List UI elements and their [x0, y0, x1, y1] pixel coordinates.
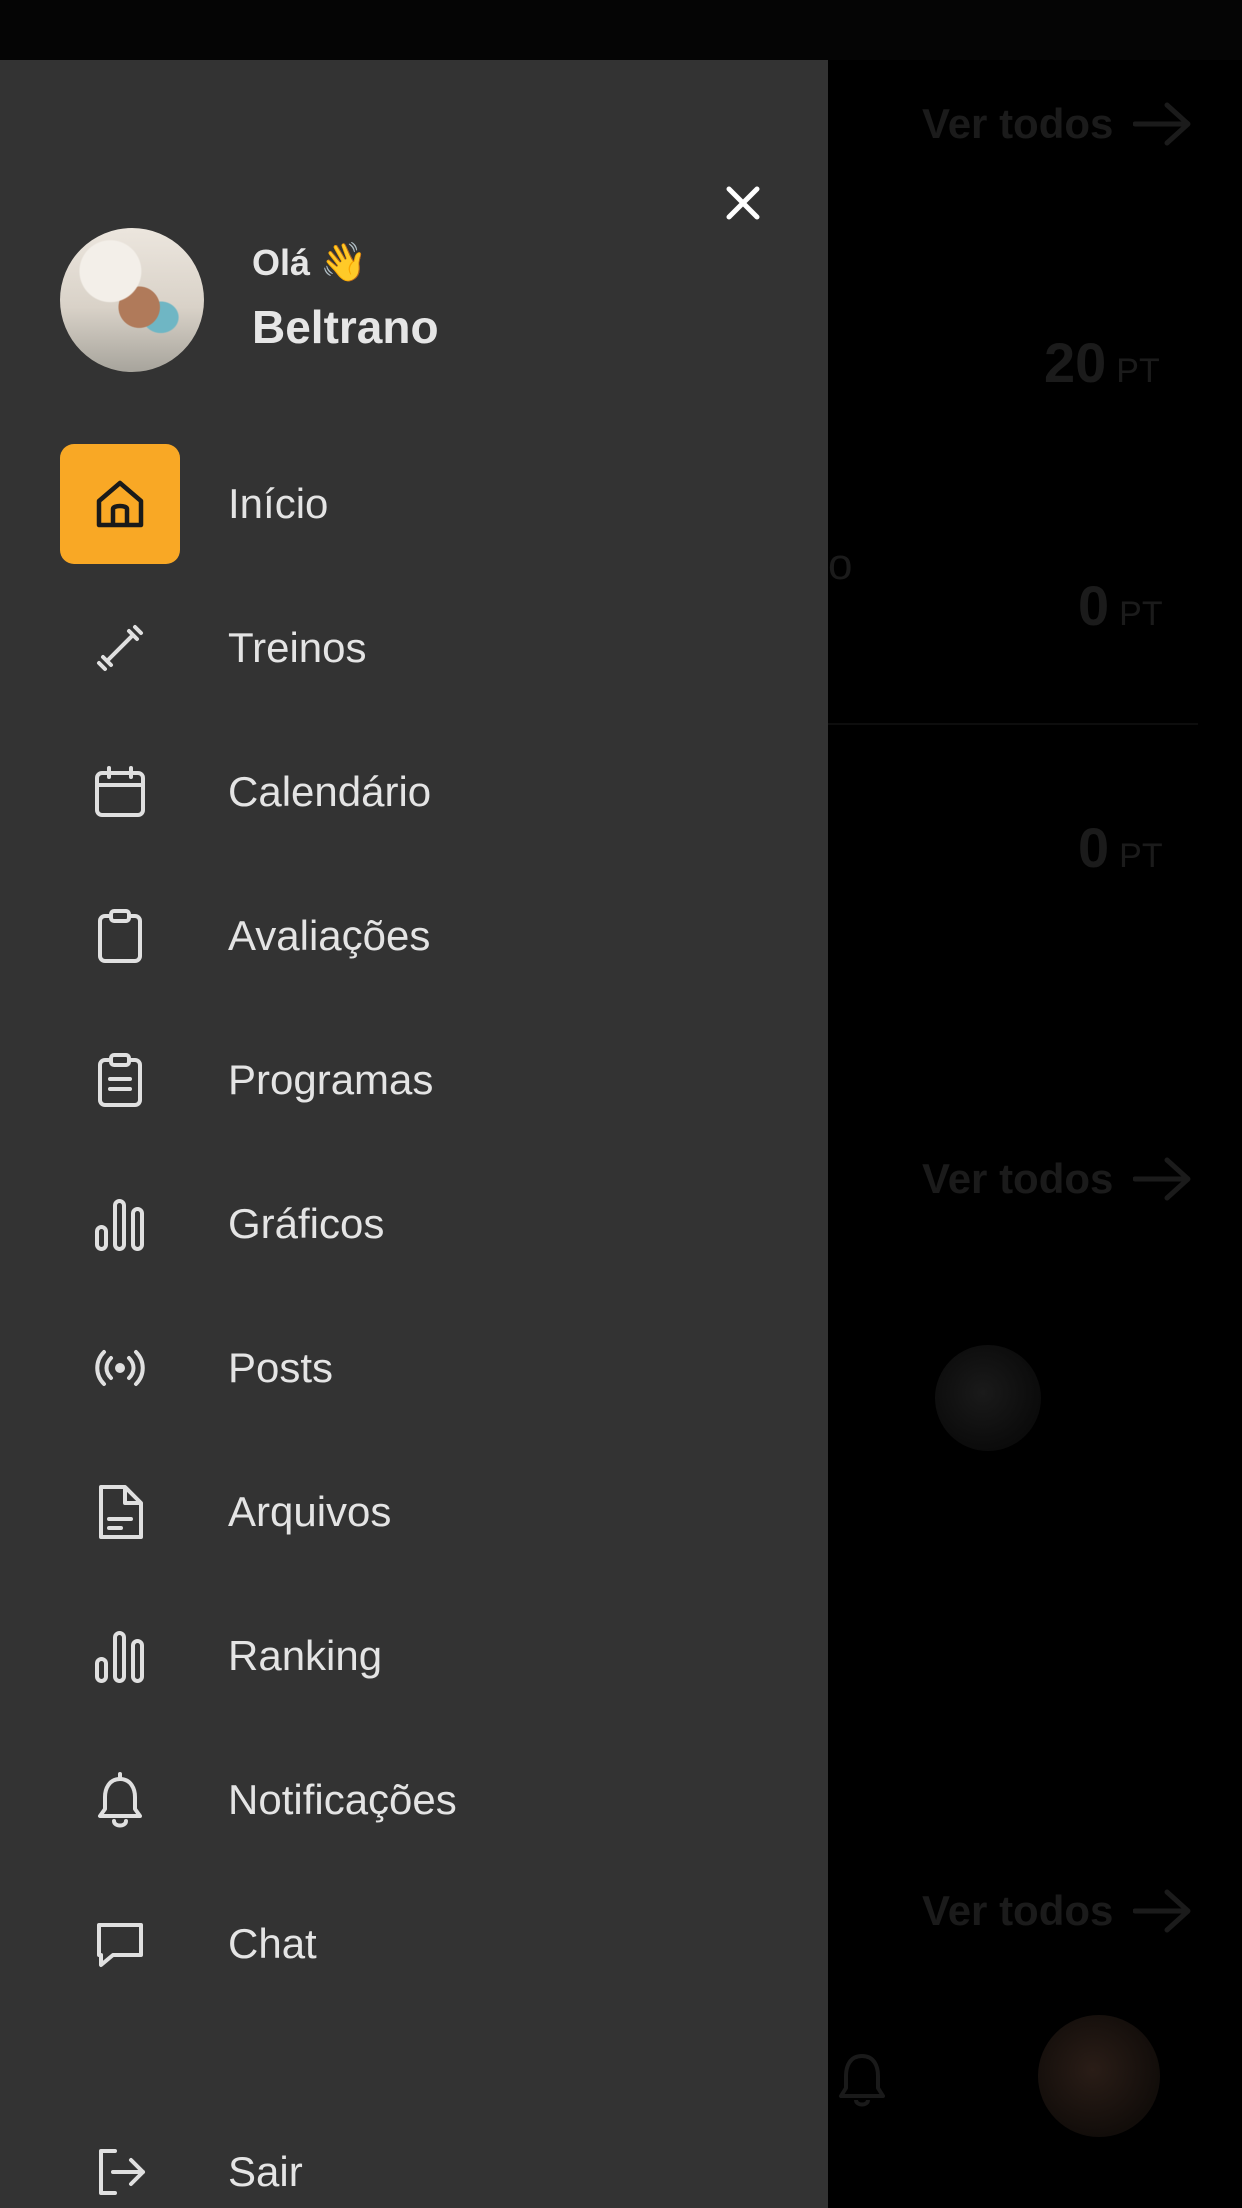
menu-item-arquivos[interactable]: Arquivos	[60, 1452, 760, 1572]
menu-item-label: Treinos	[228, 624, 367, 671]
arrow-right-icon	[1133, 102, 1191, 146]
arrow-right-icon	[1133, 1889, 1191, 1933]
bar-chart-icon	[60, 1596, 180, 1716]
menu-item-label: Notificações	[228, 1776, 457, 1823]
chat-icon	[60, 1884, 180, 2004]
avatar[interactable]	[60, 228, 204, 372]
menu-item-notificacoes[interactable]: Notificações	[60, 1740, 760, 1860]
navigation-drawer: Olá 👋 Beltrano Início Treinos Calendário	[0, 60, 828, 2208]
menu-item-label: Arquivos	[228, 1488, 392, 1535]
menu-item-ranking[interactable]: Ranking	[60, 1596, 760, 1716]
dumbbell-icon	[60, 588, 180, 708]
logout-icon	[60, 2112, 180, 2208]
logout-button[interactable]: Sair	[60, 2112, 760, 2208]
menu-item-avaliacoes[interactable]: Avaliações	[60, 876, 760, 996]
clipboard-list-icon	[60, 1020, 180, 1140]
status-bar	[0, 0, 1242, 60]
see-all-label: Ver todos	[922, 1155, 1114, 1202]
menu-item-label: Calendário	[228, 768, 432, 815]
greeting: Olá 👋	[252, 240, 367, 285]
menu-item-treinos[interactable]: Treinos	[60, 588, 760, 708]
menu-item-label: Início	[228, 480, 329, 527]
bar-chart-icon	[60, 1164, 180, 1284]
see-all-link[interactable]: Ver todos	[922, 1887, 1193, 1935]
home-icon	[60, 444, 180, 564]
clipboard-icon	[60, 876, 180, 996]
menu-item-posts[interactable]: Posts	[60, 1308, 760, 1428]
profile-avatar[interactable]	[1038, 2015, 1160, 2137]
calendar-icon	[60, 732, 180, 852]
see-all-label: Ver todos	[922, 100, 1114, 147]
menu-item-programas[interactable]: Programas	[60, 1020, 760, 1140]
menu-item-chat[interactable]: Chat	[60, 1884, 760, 2004]
menu-item-calendario[interactable]: Calendário	[60, 732, 760, 852]
menu-item-label: Gráficos	[228, 1200, 385, 1247]
user-name: Beltrano	[252, 301, 439, 353]
points-value: 20 PT	[1044, 331, 1160, 394]
wave-emoji: 👋	[320, 240, 368, 284]
menu-item-graficos[interactable]: Gráficos	[60, 1164, 760, 1284]
broadcast-icon	[60, 1308, 180, 1428]
close-icon	[726, 186, 760, 220]
menu-item-label: Avaliações	[228, 912, 431, 959]
divider	[828, 723, 1198, 725]
points-value: 0 PT	[1078, 816, 1163, 879]
menu-item-label: Programas	[228, 1056, 434, 1103]
see-all-label: Ver todos	[922, 1887, 1114, 1934]
bell-icon	[60, 1740, 180, 1860]
file-icon	[60, 1452, 180, 1572]
menu-item-label: Chat	[228, 1920, 317, 1967]
logout-label: Sair	[228, 2148, 303, 2195]
see-all-link[interactable]: Ver todos	[922, 100, 1193, 148]
arrow-right-icon	[1133, 1157, 1191, 1201]
see-all-link[interactable]: Ver todos	[922, 1155, 1193, 1203]
points-value: 0 PT	[1078, 574, 1163, 637]
menu-item-inicio[interactable]: Início	[60, 444, 760, 564]
bell-icon[interactable]	[836, 2050, 888, 2110]
close-button[interactable]	[715, 175, 771, 231]
menu-item-label: Ranking	[228, 1632, 383, 1679]
avatar	[935, 1345, 1041, 1451]
menu-item-label: Posts	[228, 1344, 334, 1391]
partial-text: o	[828, 540, 853, 589]
greeting-text: Olá	[252, 241, 311, 283]
